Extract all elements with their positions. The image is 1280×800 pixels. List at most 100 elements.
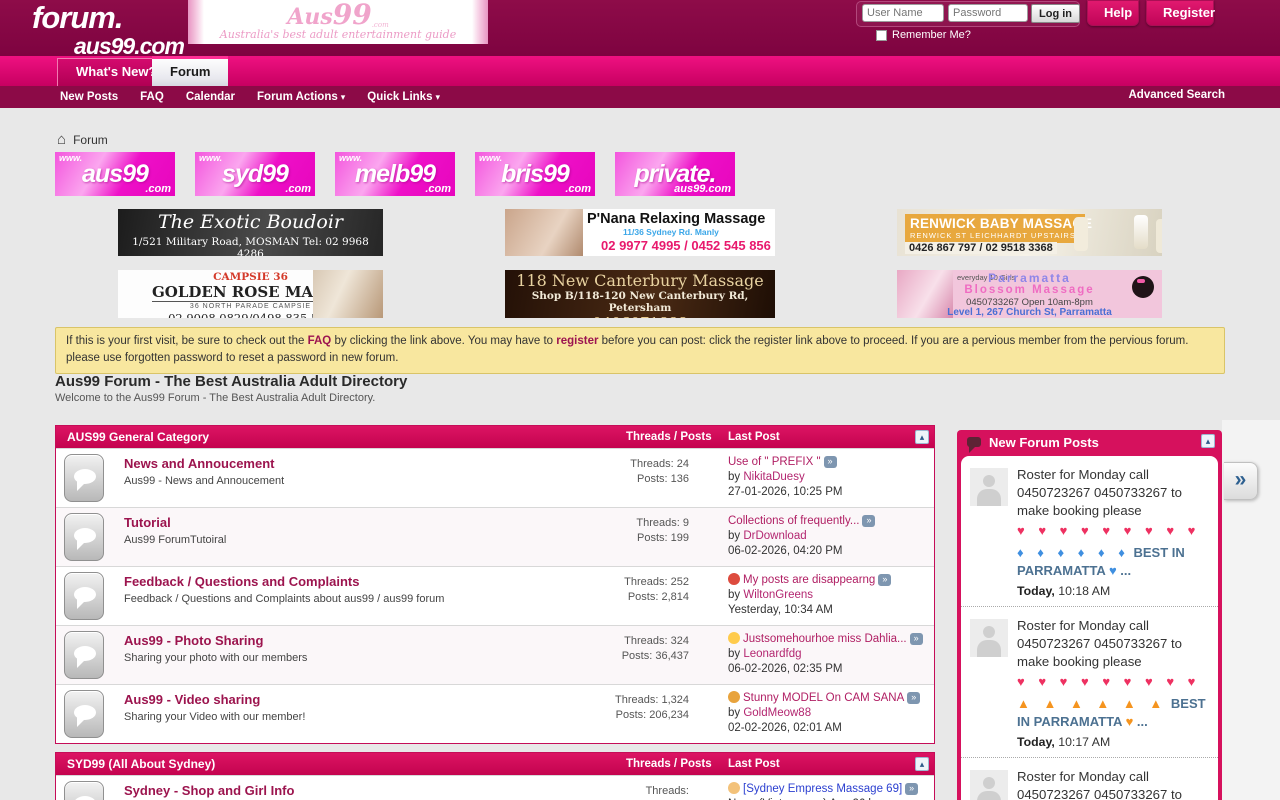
sidebar-header: New Forum Posts ▴: [961, 430, 1218, 456]
header-ad-banner[interactable]: Aus99.com Australia's best adult enterta…: [188, 0, 488, 44]
goto-lastpost-icon[interactable]: »: [910, 633, 923, 645]
goto-lastpost-icon[interactable]: »: [905, 783, 918, 795]
ad-title: Parramatta: [897, 271, 1162, 285]
threads-count: Threads: 324: [561, 634, 689, 649]
remember-me-label: Remember Me?: [892, 29, 971, 41]
lastpost-user-link[interactable]: NikitaDuesy: [743, 471, 804, 483]
forum-description: Aus99 ForumTutoiral: [124, 534, 554, 546]
site-logo[interactable]: forum. aus99.com: [32, 2, 184, 58]
last-post-cell: Justsomehourhoe miss Dahlia...» by Leona…: [728, 632, 928, 677]
ad-title: RENWICK BABY MASSAGE: [910, 216, 1080, 231]
collapse-sidebar-button[interactable]: ▴: [1201, 434, 1215, 448]
first-visit-notice: If this is your first visit, be sure to …: [55, 327, 1225, 374]
site-banner[interactable]: www. melb99 .com: [335, 152, 455, 196]
goto-lastpost-icon[interactable]: »: [878, 574, 891, 586]
ad-canterbury-massage[interactable]: 118 New Canterbury Massage Shop B/118-12…: [505, 270, 775, 318]
forum-link[interactable]: Aus99 - Photo Sharing: [124, 633, 554, 648]
collapse-category-button[interactable]: ▴: [915, 757, 929, 771]
banner-tagline: Australia's best adult entertainment gui…: [188, 28, 488, 41]
goto-lastpost-icon[interactable]: »: [824, 456, 837, 468]
nav-band: New Posts FAQ Calendar Forum Actions▾ Qu…: [0, 86, 1280, 108]
logo-line2: aus99.com: [74, 35, 184, 58]
lastpost-thread-link[interactable]: [Sydney Empress Massage 69]: [743, 783, 902, 795]
forum-link[interactable]: Sydney - Shop and Girl Info: [124, 783, 554, 798]
lastpost-user-link[interactable]: Leonardfdg: [743, 648, 801, 660]
help-button[interactable]: Help: [1087, 0, 1139, 26]
avatar[interactable]: [970, 468, 1008, 506]
ad-golden-rose-massage[interactable]: CAMPSIE 36 GOLDEN ROSE MASSAGE 36 NORTH …: [118, 270, 383, 318]
forum-link[interactable]: News and Annoucement: [124, 456, 554, 471]
page-welcome: Welcome to the Aus99 Forum - The Best Au…: [55, 392, 375, 404]
nav-menu-item[interactable]: New Posts: [60, 91, 118, 103]
lastpost-thread-link[interactable]: Collections of frequently...: [728, 515, 859, 527]
ad-title: P'Nana Relaxing Massage: [587, 211, 775, 227]
collapse-category-button[interactable]: ▴: [915, 430, 929, 444]
lastpost-thread-link[interactable]: My posts are disappearng: [743, 574, 875, 586]
ad-blossom-massage[interactable]: everyday 10 Girls Parramatta Blossom Mas…: [897, 270, 1162, 318]
logo-line1: forum.: [32, 2, 184, 33]
ad-pnana-massage[interactable]: P'Nana Relaxing Massage 11/36 Sydney Rd.…: [505, 209, 775, 256]
forum-link[interactable]: Tutorial: [124, 515, 554, 530]
login-button[interactable]: Log in: [1031, 4, 1080, 23]
lastpost-user-link[interactable]: GoldMeow88: [743, 707, 811, 719]
lastpost-emoji-icon: [728, 691, 740, 703]
avatar[interactable]: [970, 770, 1008, 800]
post-link-suffix[interactable]: ...: [1133, 714, 1147, 729]
threads-count: Threads: 9: [561, 516, 689, 531]
register-link[interactable]: register: [556, 335, 598, 347]
avatar[interactable]: [970, 619, 1008, 657]
forum-row: News and Annoucement Aus99 - News and An…: [56, 448, 934, 507]
sidebar-post[interactable]: Roster for Monday call 0450723267 045073…: [961, 757, 1218, 800]
lastpost-user-link[interactable]: DrDownload: [743, 530, 806, 542]
header-band: forum. aus99.com Aus99.com Australia's b…: [0, 0, 1280, 56]
register-button[interactable]: Register: [1146, 0, 1214, 26]
lastpost-thread-link[interactable]: Stunny MODEL On CAM SANA: [743, 692, 904, 704]
post-link-suffix[interactable]: ...: [1117, 563, 1131, 578]
site-banner[interactable]: www. aus99 .com: [55, 152, 175, 196]
site-banner[interactable]: www. syd99 .com: [195, 152, 315, 196]
lastpost-thread-link[interactable]: Use of " PREFIX ": [728, 456, 821, 468]
ad-exotic-boudoir[interactable]: The Exotic Boudoir 1/521 Military Road, …: [118, 209, 383, 256]
sidebar-expand-button[interactable]: »: [1224, 462, 1258, 500]
goto-lastpost-icon[interactable]: »: [862, 515, 875, 527]
posts-count: Posts: 206,234: [561, 708, 689, 723]
lastpost-by: by DrDownload: [728, 529, 928, 544]
sidebar-post[interactable]: Roster for Monday call 0450723267 045073…: [961, 606, 1218, 757]
speech-bubble-icon: [74, 587, 96, 602]
site-banner[interactable]: private. aus99.com: [615, 152, 735, 196]
forum-status-icon: [64, 454, 104, 502]
site-banner[interactable]: www. bris99 .com: [475, 152, 595, 196]
category-header: SYD99 (All About Sydney) Threads / Posts…: [56, 753, 934, 775]
nav-menu-item[interactable]: FAQ: [140, 91, 164, 103]
forum-link[interactable]: Aus99 - Video sharing: [124, 692, 554, 707]
goto-lastpost-icon[interactable]: »: [907, 692, 920, 704]
sidebar-post[interactable]: Roster for Monday call 0450723267 045073…: [961, 456, 1218, 606]
forum-status-icon: [64, 631, 104, 679]
last-post-cell: Stunny MODEL On CAM SANA» by GoldMeow88 …: [728, 691, 928, 736]
advanced-search-link[interactable]: Advanced Search: [1128, 89, 1225, 101]
lastpost-thread-link[interactable]: Justsomehourhoe miss Dahlia...: [743, 633, 907, 645]
post-text: Roster for Monday call 0450723267 045073…: [1017, 618, 1182, 669]
username-input[interactable]: [862, 4, 944, 22]
ad-renwick-massage[interactable]: RENWICK BABY MASSAGE RENWICK ST LEICHHAR…: [897, 209, 1162, 256]
forum-stats: Threads: 61,276: [561, 784, 689, 800]
category-title: SYD99 (All About Sydney): [67, 757, 215, 771]
remember-me-checkbox[interactable]: [876, 30, 887, 41]
ad-address: 11/36 Sydney Rd. Manly: [623, 227, 775, 237]
last-post-header: Last Post: [728, 758, 780, 770]
password-input[interactable]: [948, 4, 1028, 22]
chevron-down-icon: ▾: [435, 92, 440, 102]
faq-link[interactable]: FAQ: [308, 335, 332, 347]
forum-row: Aus99 - Photo Sharing Sharing your photo…: [56, 625, 934, 684]
lastpost-user-link[interactable]: WiltonGreens: [743, 589, 813, 601]
nav-menu-item[interactable]: Forum Actions▾: [257, 91, 345, 103]
home-icon[interactable]: ⌂: [57, 131, 66, 148]
accent-icons-row: ♦ ♦ ♦ ♦ ♦ ♦: [1017, 545, 1130, 560]
tab-band: What's New? Forum: [0, 56, 1280, 86]
forum-stats: Threads: 324 Posts: 36,437: [561, 634, 689, 664]
nav-menu-item[interactable]: Calendar: [186, 91, 235, 103]
nav-menu-item[interactable]: Quick Links▾: [367, 91, 440, 103]
tab-forum[interactable]: Forum: [152, 56, 228, 86]
forum-link[interactable]: Feedback / Questions and Complaints: [124, 574, 554, 589]
breadcrumb-forum-link[interactable]: Forum: [73, 133, 108, 147]
